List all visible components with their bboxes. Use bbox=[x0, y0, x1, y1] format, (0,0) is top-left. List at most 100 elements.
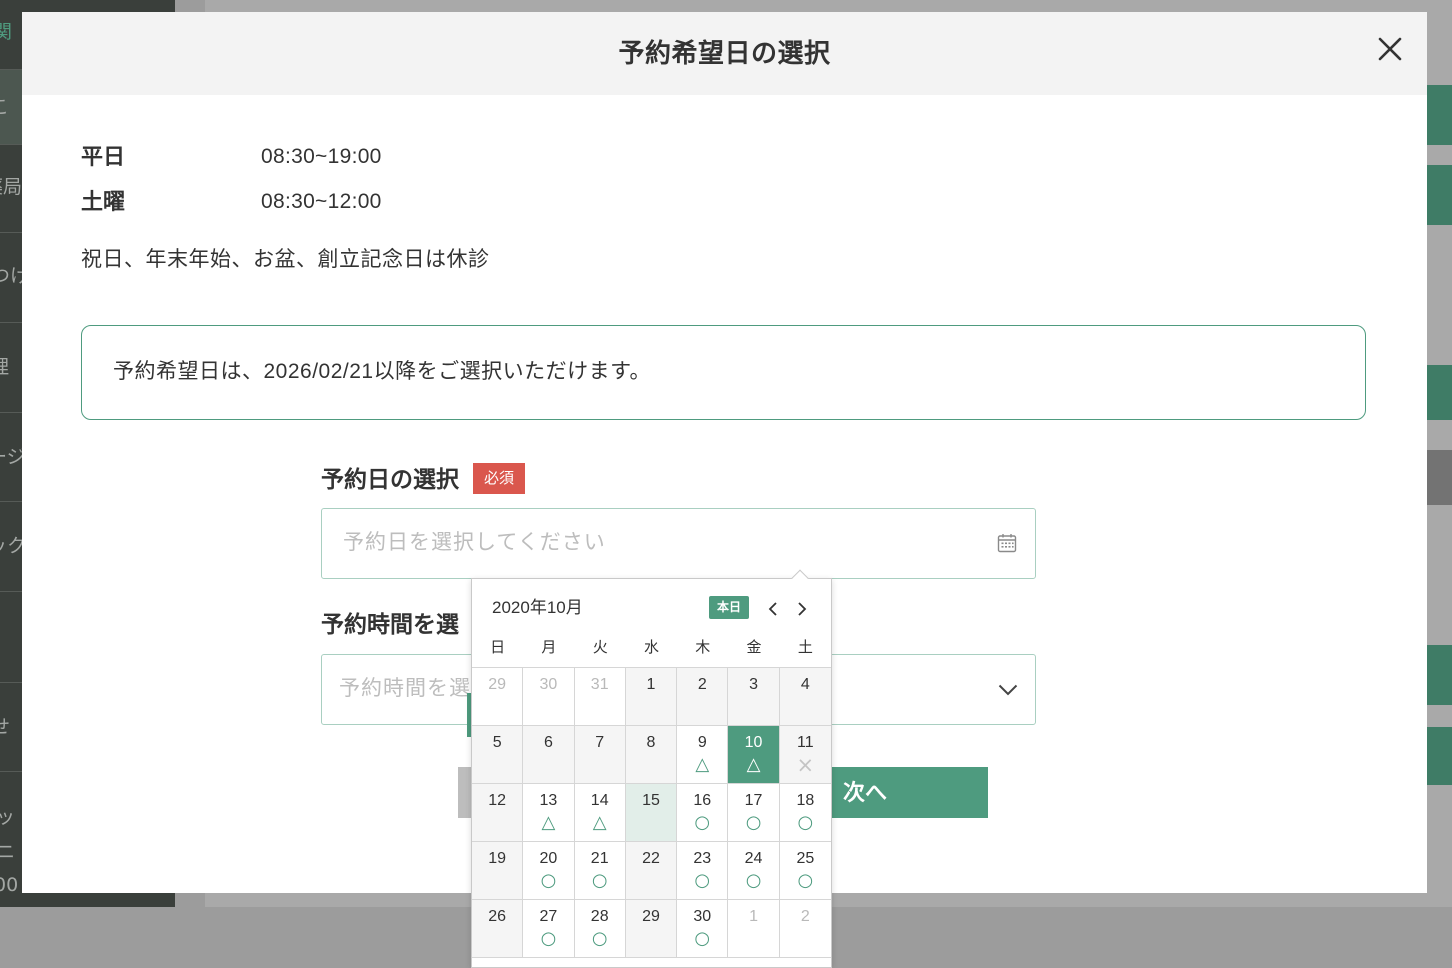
calendar-day[interactable]: 27 ○ bbox=[523, 900, 575, 958]
time-field-label: 予約時間を選 bbox=[321, 611, 459, 637]
calendar-day-number: 7 bbox=[595, 734, 605, 751]
calendar-day[interactable]: 16 ○ bbox=[677, 784, 729, 842]
calendar-day[interactable]: 21 ○ bbox=[574, 842, 626, 900]
hours-label-saturday: 土曜 bbox=[81, 189, 126, 214]
calendar-day-number: 9 bbox=[697, 734, 707, 751]
calendar-day-number: 8 bbox=[646, 734, 656, 751]
availability-triangle-icon: △ bbox=[592, 812, 607, 833]
calendar-day-number: 4 bbox=[800, 676, 810, 693]
calendar-day: 1 bbox=[728, 900, 780, 958]
calendar-day: 4 bbox=[779, 668, 831, 726]
calendar-day-number: 1 bbox=[749, 908, 759, 925]
calendar-day-number: 1 bbox=[646, 676, 656, 693]
calendar-day: 5 bbox=[472, 726, 524, 784]
chevron-down-icon bbox=[998, 684, 1018, 696]
calendar-icon bbox=[997, 534, 1017, 553]
close-button[interactable] bbox=[1378, 37, 1402, 61]
calendar-month-label: 2020年10月 bbox=[492, 598, 583, 617]
calendar-day[interactable]: 28 ○ bbox=[574, 900, 626, 958]
weekday-label: 月 bbox=[541, 639, 557, 656]
calendar-day: 31 bbox=[574, 668, 626, 726]
calendar-day-number: 2 bbox=[800, 908, 810, 925]
calendar-day[interactable]: 9 △ bbox=[677, 726, 729, 784]
availability-circle-icon: ○ bbox=[591, 928, 608, 949]
calendar-day: 1 bbox=[625, 668, 678, 726]
calendar-day: 19 bbox=[472, 842, 524, 900]
availability-triangle-icon: △ bbox=[695, 754, 710, 775]
calendar-day[interactable]: 18 ○ bbox=[779, 784, 831, 842]
prev-month-button[interactable] bbox=[767, 601, 779, 617]
calendar-day-number: 20 bbox=[539, 850, 558, 867]
availability-circle-icon: ○ bbox=[694, 870, 711, 891]
calendar-day: 2 bbox=[779, 900, 831, 958]
calendar-day-today: 15 bbox=[625, 784, 678, 842]
hours-label-weekday: 平日 bbox=[81, 144, 126, 169]
calendar-day-number: 5 bbox=[492, 734, 502, 751]
calendar-day-number: 10 bbox=[744, 734, 763, 751]
calendar-day-number: 12 bbox=[488, 792, 507, 809]
calendar-day: 2 bbox=[677, 668, 729, 726]
sidebar-label-fragment: 薬局 bbox=[0, 176, 23, 198]
calendar-day[interactable]: 17 ○ bbox=[728, 784, 780, 842]
calendar-day-number: 24 bbox=[744, 850, 763, 867]
weekday-label: 日 bbox=[490, 639, 506, 656]
availability-triangle-icon: △ bbox=[541, 812, 556, 833]
calendar-day: 22 bbox=[625, 842, 678, 900]
availability-circle-icon: ○ bbox=[591, 870, 608, 891]
date-input-placeholder: 予約日を選択してください bbox=[343, 531, 606, 554]
chevron-right-icon bbox=[798, 602, 807, 616]
calendar-day-number: 30 bbox=[539, 676, 558, 693]
today-button[interactable]: 本日 bbox=[709, 596, 749, 619]
chevron-left-icon bbox=[768, 602, 777, 616]
calendar-day-number: 26 bbox=[488, 908, 507, 925]
availability-circle-icon: ○ bbox=[745, 870, 762, 891]
calendar-day-selected[interactable]: 10 △ bbox=[728, 726, 780, 784]
sidebar-label-fragment: ニ bbox=[0, 841, 16, 863]
calendar-day-number: 19 bbox=[488, 850, 507, 867]
calendar-day: 7 bbox=[574, 726, 626, 784]
weekday-label: 木 bbox=[695, 639, 711, 656]
calendar-day-number: 29 bbox=[488, 676, 507, 693]
sidebar-label-fragment: 関 bbox=[0, 21, 13, 43]
calendar-day-number: 6 bbox=[543, 734, 553, 751]
calendar-day-number: 31 bbox=[590, 676, 609, 693]
calendar-day-number: 23 bbox=[693, 850, 712, 867]
sidebar-label-fragment: 00 bbox=[0, 874, 19, 896]
next-month-button[interactable] bbox=[796, 601, 808, 617]
calendar-day-number: 30 bbox=[693, 908, 712, 925]
modal-title: 予約希望日の選択 bbox=[618, 38, 831, 68]
notice-box: 予約希望日は、2026/02/21以降をご選択いただけます。 bbox=[81, 325, 1366, 420]
calendar-day[interactable]: 30 ○ bbox=[677, 900, 729, 958]
calendar-day-number: 21 bbox=[590, 850, 609, 867]
availability-circle-icon: ○ bbox=[797, 812, 814, 833]
required-badge: 必須 bbox=[473, 463, 525, 494]
calendar-day[interactable]: 23 ○ bbox=[677, 842, 729, 900]
calendar-day-number: 22 bbox=[642, 850, 660, 867]
sidebar-label-fragment: ッ bbox=[0, 806, 16, 828]
calendar-day[interactable]: 20 ○ bbox=[523, 842, 575, 900]
availability-circle-icon: ○ bbox=[694, 812, 711, 833]
calendar-day[interactable]: 13 △ bbox=[523, 784, 575, 842]
calendar-day-number: 3 bbox=[749, 676, 759, 693]
availability-circle-icon: ○ bbox=[540, 928, 557, 949]
calendar-day: 6 bbox=[523, 726, 575, 784]
sidebar-label-fragment: せ bbox=[0, 716, 11, 738]
close-icon bbox=[1378, 37, 1402, 61]
calendar-day: 3 bbox=[728, 668, 780, 726]
availability-circle-icon: ○ bbox=[540, 870, 557, 891]
calendar-day-number: 29 bbox=[642, 908, 660, 925]
calendar-weekday-header: 日 月 火 水 木 金 土 bbox=[472, 629, 831, 667]
calendar-day[interactable]: 25 ○ bbox=[779, 842, 831, 900]
modal-header: 予約希望日の選択 bbox=[22, 12, 1427, 95]
calendar-day: 26 bbox=[472, 900, 524, 958]
hours-time-saturday: 08:30~12:00 bbox=[261, 190, 382, 213]
date-input[interactable]: 予約日を選択してください bbox=[321, 508, 1036, 579]
calendar-day: 12 bbox=[472, 784, 524, 842]
calendar-day-number: 15 bbox=[642, 792, 660, 809]
calendar-day[interactable]: 24 ○ bbox=[728, 842, 780, 900]
availability-triangle-icon: △ bbox=[746, 754, 761, 775]
weekday-label: 水 bbox=[643, 639, 659, 656]
calendar-day: 8 bbox=[625, 726, 678, 784]
calendar-day-number: 17 bbox=[744, 792, 763, 809]
calendar-day[interactable]: 14 △ bbox=[574, 784, 626, 842]
